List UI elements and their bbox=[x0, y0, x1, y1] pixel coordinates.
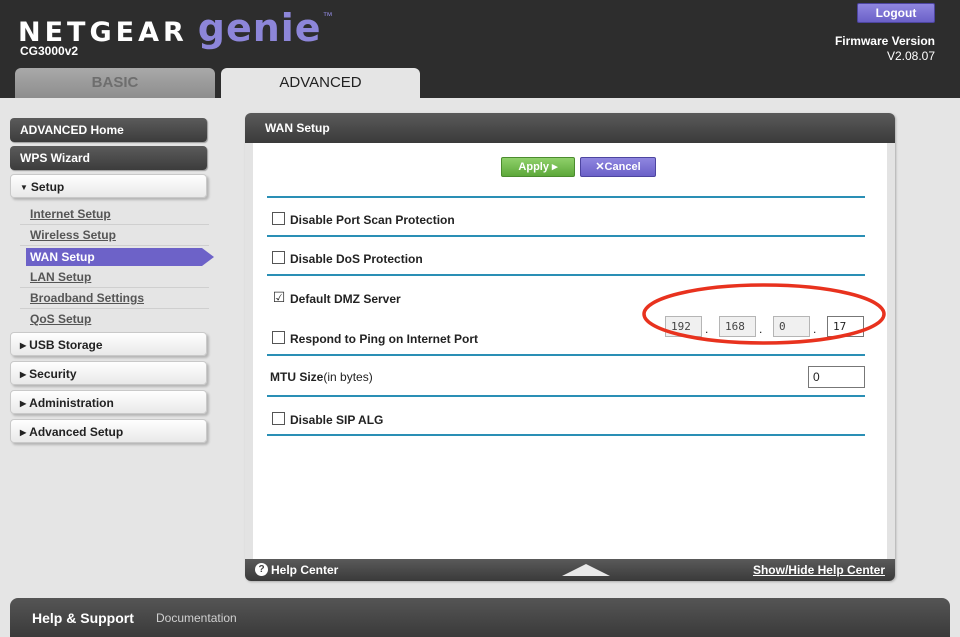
mtu-size-input[interactable]: 0 bbox=[808, 366, 865, 388]
header-bar: NETGEAR genie ™ CG3000v2 Logout Firmware… bbox=[0, 0, 960, 98]
sidebar-item-broadband-settings[interactable]: Broadband Settings bbox=[30, 291, 144, 305]
ping-checkbox[interactable] bbox=[272, 331, 285, 344]
sidebar-section-label: Administration bbox=[29, 396, 114, 410]
divider bbox=[267, 196, 865, 198]
expand-arrow-icon[interactable] bbox=[562, 564, 610, 576]
cancel-button[interactable]: ✕Cancel bbox=[580, 157, 656, 177]
port-scan-checkbox[interactable] bbox=[272, 212, 285, 225]
footer-title: Help & Support bbox=[32, 610, 134, 626]
mtu-label: MTU Size(in bytes) bbox=[270, 370, 373, 384]
dos-label: Disable DoS Protection bbox=[290, 252, 423, 266]
help-center-bar: ? Help Center Show/Hide Help Center bbox=[245, 559, 895, 581]
dos-checkbox[interactable] bbox=[272, 251, 285, 264]
firmware-label: Firmware Version bbox=[834, 34, 935, 48]
divider bbox=[267, 395, 865, 397]
divider bbox=[267, 434, 865, 436]
sidebar-item-advanced-home[interactable]: ADVANCED Home bbox=[10, 118, 207, 142]
product-name: genie bbox=[197, 6, 322, 50]
sidebar-section-label: Setup bbox=[30, 180, 65, 194]
sip-alg-label: Disable SIP ALG bbox=[290, 413, 384, 427]
sidebar-item-wan-setup[interactable]: WAN Setup bbox=[26, 248, 202, 266]
sidebar-item-lan-setup[interactable]: LAN Setup bbox=[30, 270, 91, 284]
show-hide-help-link[interactable]: Show/Hide Help Center bbox=[753, 563, 885, 577]
sidebar-section-usb-storage[interactable]: ▶ USB Storage bbox=[10, 332, 207, 356]
collapsed-triangle-icon: ▶ bbox=[20, 399, 27, 408]
divider bbox=[20, 224, 209, 225]
tab-basic[interactable]: BASIC bbox=[15, 68, 215, 98]
sidebar-section-advanced-setup[interactable]: ▶ Advanced Setup bbox=[10, 419, 207, 443]
trademark-mark: ™ bbox=[322, 11, 333, 22]
mtu-label-text: MTU Size bbox=[270, 370, 324, 384]
model-number: CG3000v2 bbox=[20, 44, 79, 58]
help-icon: ? bbox=[255, 563, 268, 576]
divider bbox=[267, 274, 865, 276]
sidebar-item-wps-wizard[interactable]: WPS Wizard bbox=[10, 146, 207, 170]
port-scan-label: Disable Port Scan Protection bbox=[290, 213, 455, 227]
collapsed-triangle-icon: ▶ bbox=[20, 341, 27, 350]
divider bbox=[20, 308, 209, 309]
panel-content: Apply ▸ ✕Cancel Disable Port Scan Protec… bbox=[253, 143, 887, 559]
expanded-triangle-icon: ▼ bbox=[20, 183, 28, 192]
highlight-circle-annotation bbox=[642, 283, 886, 345]
dmz-label: Default DMZ Server bbox=[290, 292, 401, 306]
sidebar-item-qos-setup[interactable]: QoS Setup bbox=[30, 312, 91, 326]
tab-advanced[interactable]: ADVANCED bbox=[221, 68, 420, 98]
sidebar-item-internet-setup[interactable]: Internet Setup bbox=[30, 207, 111, 221]
active-pointer-arrow bbox=[202, 248, 214, 266]
sidebar-section-label: Security bbox=[29, 367, 77, 381]
divider bbox=[20, 245, 209, 246]
sidebar-section-administration[interactable]: ▶ Administration bbox=[10, 390, 207, 414]
collapsed-triangle-icon: ▶ bbox=[20, 428, 27, 437]
sidebar-section-label: USB Storage bbox=[29, 338, 103, 352]
panel-title: WAN Setup bbox=[245, 113, 895, 143]
sidebar-section-security[interactable]: ▶ Security bbox=[10, 361, 207, 385]
divider bbox=[20, 287, 209, 288]
collapsed-triangle-icon: ▶ bbox=[20, 370, 27, 379]
logout-button[interactable]: Logout bbox=[857, 3, 935, 23]
firmware-version: V2.08.07 bbox=[886, 49, 935, 63]
mtu-unit: (in bytes) bbox=[323, 370, 373, 384]
dmz-checkbox[interactable]: ☑ bbox=[272, 290, 286, 304]
ping-label: Respond to Ping on Internet Port bbox=[290, 332, 478, 346]
documentation-link[interactable]: Documentation bbox=[156, 611, 237, 625]
sip-alg-checkbox[interactable] bbox=[272, 412, 285, 425]
sidebar-item-wireless-setup[interactable]: Wireless Setup bbox=[30, 228, 116, 242]
help-support-footer: Help & Support Documentation bbox=[10, 598, 950, 637]
help-center-label: Help Center bbox=[271, 563, 339, 577]
sidebar-section-setup[interactable]: ▼ Setup bbox=[10, 174, 207, 198]
wan-setup-panel: WAN Setup Apply ▸ ✕Cancel Disable Port S… bbox=[245, 113, 895, 581]
apply-button[interactable]: Apply ▸ bbox=[501, 157, 575, 177]
divider bbox=[267, 235, 865, 237]
sidebar-section-label: Advanced Setup bbox=[29, 425, 124, 439]
divider bbox=[267, 354, 865, 356]
